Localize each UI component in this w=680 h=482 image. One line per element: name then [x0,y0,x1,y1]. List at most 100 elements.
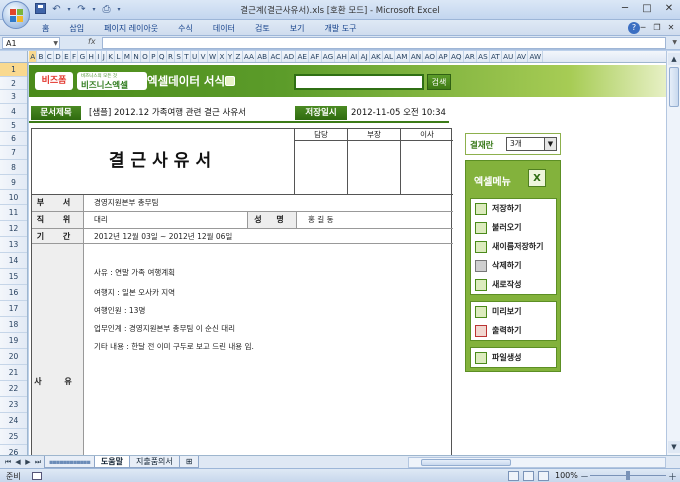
column-header[interactable]: C [46,51,55,62]
column-header[interactable]: AO [423,51,438,62]
row-header[interactable]: 12 [0,221,27,237]
row-header[interactable]: 22 [0,381,27,397]
scroll-down-icon[interactable]: ▼ [668,441,680,453]
row-header[interactable]: 13 [0,237,27,253]
column-header[interactable]: AB [256,51,270,62]
ribbon-tab[interactable]: 개발 도구 [314,22,366,35]
row-header[interactable]: 14 [0,253,27,269]
column-header[interactable]: AE [296,51,310,62]
column-header[interactable]: W [208,51,219,62]
column-header[interactable]: Z [234,51,243,62]
column-header[interactable]: A [29,51,38,62]
minimize-button[interactable]: ─ [618,2,632,16]
column-header[interactable]: Q [158,51,167,62]
bizexcel-logo[interactable]: 비즈니스의 모든 것 비즈니스엑셀 [77,72,147,91]
column-header[interactable]: L [115,51,123,62]
column-header[interactable]: AL [383,51,396,62]
row-header[interactable]: 23 [0,397,27,413]
column-header[interactable]: AQ [450,51,464,62]
column-header[interactable]: Y [227,51,235,62]
row-header[interactable]: 16 [0,285,27,301]
sheet-tab-help[interactable]: 도움말 [93,456,130,468]
new-menu-button[interactable]: 새로작성 [471,275,556,294]
column-header[interactable]: AV [516,51,529,62]
vertical-scrollbar[interactable]: ▲ ▼ [666,51,680,455]
bizform-logo[interactable]: 비즈폼 [35,72,73,90]
ribbon-tab[interactable]: 검토 [245,22,280,35]
ribbon-tab[interactable]: 수식 [168,22,203,35]
search-button[interactable]: 검색 [427,74,451,90]
preview-menu-button[interactable]: 미리보기 [471,302,556,321]
save-as-menu-button[interactable]: 새이름저장하기 [471,237,556,256]
page-layout-view-icon[interactable] [523,471,534,481]
ribbon-tab[interactable]: 삽입 [59,22,94,35]
ribbon-tab[interactable]: 페이지 레이아웃 [94,22,168,35]
column-header[interactable]: AS [477,51,490,62]
row-header[interactable]: 6 [0,132,27,146]
normal-view-icon[interactable] [508,471,519,481]
name-box-dropdown-icon[interactable]: ▼ [53,38,58,49]
reason-line[interactable]: 업무인계 : 경영지원본부 총무팀 이 순신 대리 [94,323,235,334]
column-header[interactable]: X [218,51,227,62]
column-header[interactable]: P [150,51,158,62]
column-header[interactable]: E [63,51,71,62]
row-header[interactable]: 18 [0,317,27,333]
select-all-corner[interactable] [0,51,28,62]
column-header[interactable]: K [107,51,116,62]
row-header[interactable]: 2 [0,77,27,90]
sheet-tab-expense[interactable]: 지출품의서 [128,456,180,468]
ribbon-tab[interactable]: 홈 [32,22,59,35]
column-header[interactable]: V [199,51,208,62]
prev-sheet-icon[interactable]: ◀ [14,457,22,467]
column-header[interactable]: AT [490,51,502,62]
maximize-button[interactable]: □ [640,2,654,16]
search-input[interactable] [294,74,424,90]
column-header[interactable]: AH [335,51,350,62]
zoom-in-icon[interactable]: ＋ [668,470,677,482]
column-header[interactable]: F [71,51,79,62]
sheet-tab-hidden[interactable]: ▪▪▪▪▪▪▪▪▪▪▪▪ [44,456,95,468]
row-header[interactable]: 7 [0,146,27,160]
scroll-up-icon[interactable]: ▲ [668,53,680,65]
column-header[interactable]: U [191,51,200,62]
delete-menu-button[interactable]: 삭제하기 [471,256,556,275]
horizontal-scroll-thumb[interactable] [421,459,511,466]
name-box[interactable]: A1 ▼ [2,37,60,49]
ribbon-close-icon[interactable]: ✕ [666,22,676,34]
column-header[interactable]: D [54,51,63,62]
load-menu-button[interactable]: 불러오기 [471,218,556,237]
row-header[interactable]: 8 [0,160,27,175]
ribbon-restore-icon[interactable]: ❐ [652,22,662,34]
ribbon-tab[interactable]: 보기 [280,22,315,35]
approval-col[interactable]: 부장 [348,129,401,194]
column-header[interactable]: N [132,51,141,62]
formula-input[interactable] [102,37,666,49]
column-header[interactable]: AD [282,51,297,62]
close-button[interactable]: ✕ [662,2,676,16]
column-header[interactable]: AF [309,51,322,62]
column-header[interactable]: AU [502,51,516,62]
print-menu-button[interactable]: 출력하기 [471,321,556,340]
row-header[interactable]: 26 [0,445,27,455]
column-header[interactable]: AC [269,51,283,62]
row-header[interactable]: 24 [0,413,27,429]
column-header[interactable]: S [175,51,184,62]
next-sheet-icon[interactable]: ▶ [24,457,32,467]
worksheet[interactable]: 비즈폼 비즈니스의 모든 것 비즈니스엑셀 엑셀데이터 서식 검색 문서제목 [… [29,63,666,455]
insert-sheet-icon[interactable]: ⊞ [178,456,200,468]
save-menu-button[interactable]: 저장하기 [471,199,556,218]
column-header[interactable]: AI [349,51,360,62]
reason-line[interactable]: 사유 : 연말 가족 여행계획 [94,267,175,278]
column-header[interactable]: M [123,51,133,62]
column-header[interactable]: H [87,51,97,62]
ribbon-minimize-icon[interactable]: ─ [638,22,648,34]
horizontal-scrollbar[interactable] [408,457,666,468]
column-header[interactable]: AW [528,51,544,62]
reason-line[interactable]: 여행인원 : 13명 [94,305,145,316]
office-button[interactable] [2,1,30,29]
column-header[interactable]: O [141,51,150,62]
row-header[interactable]: 19 [0,333,27,349]
dept-value[interactable]: 경영지원본부 총무팀 [94,195,158,211]
column-header[interactable]: AK [370,51,383,62]
ribbon-tab[interactable]: 데이터 [203,22,245,35]
